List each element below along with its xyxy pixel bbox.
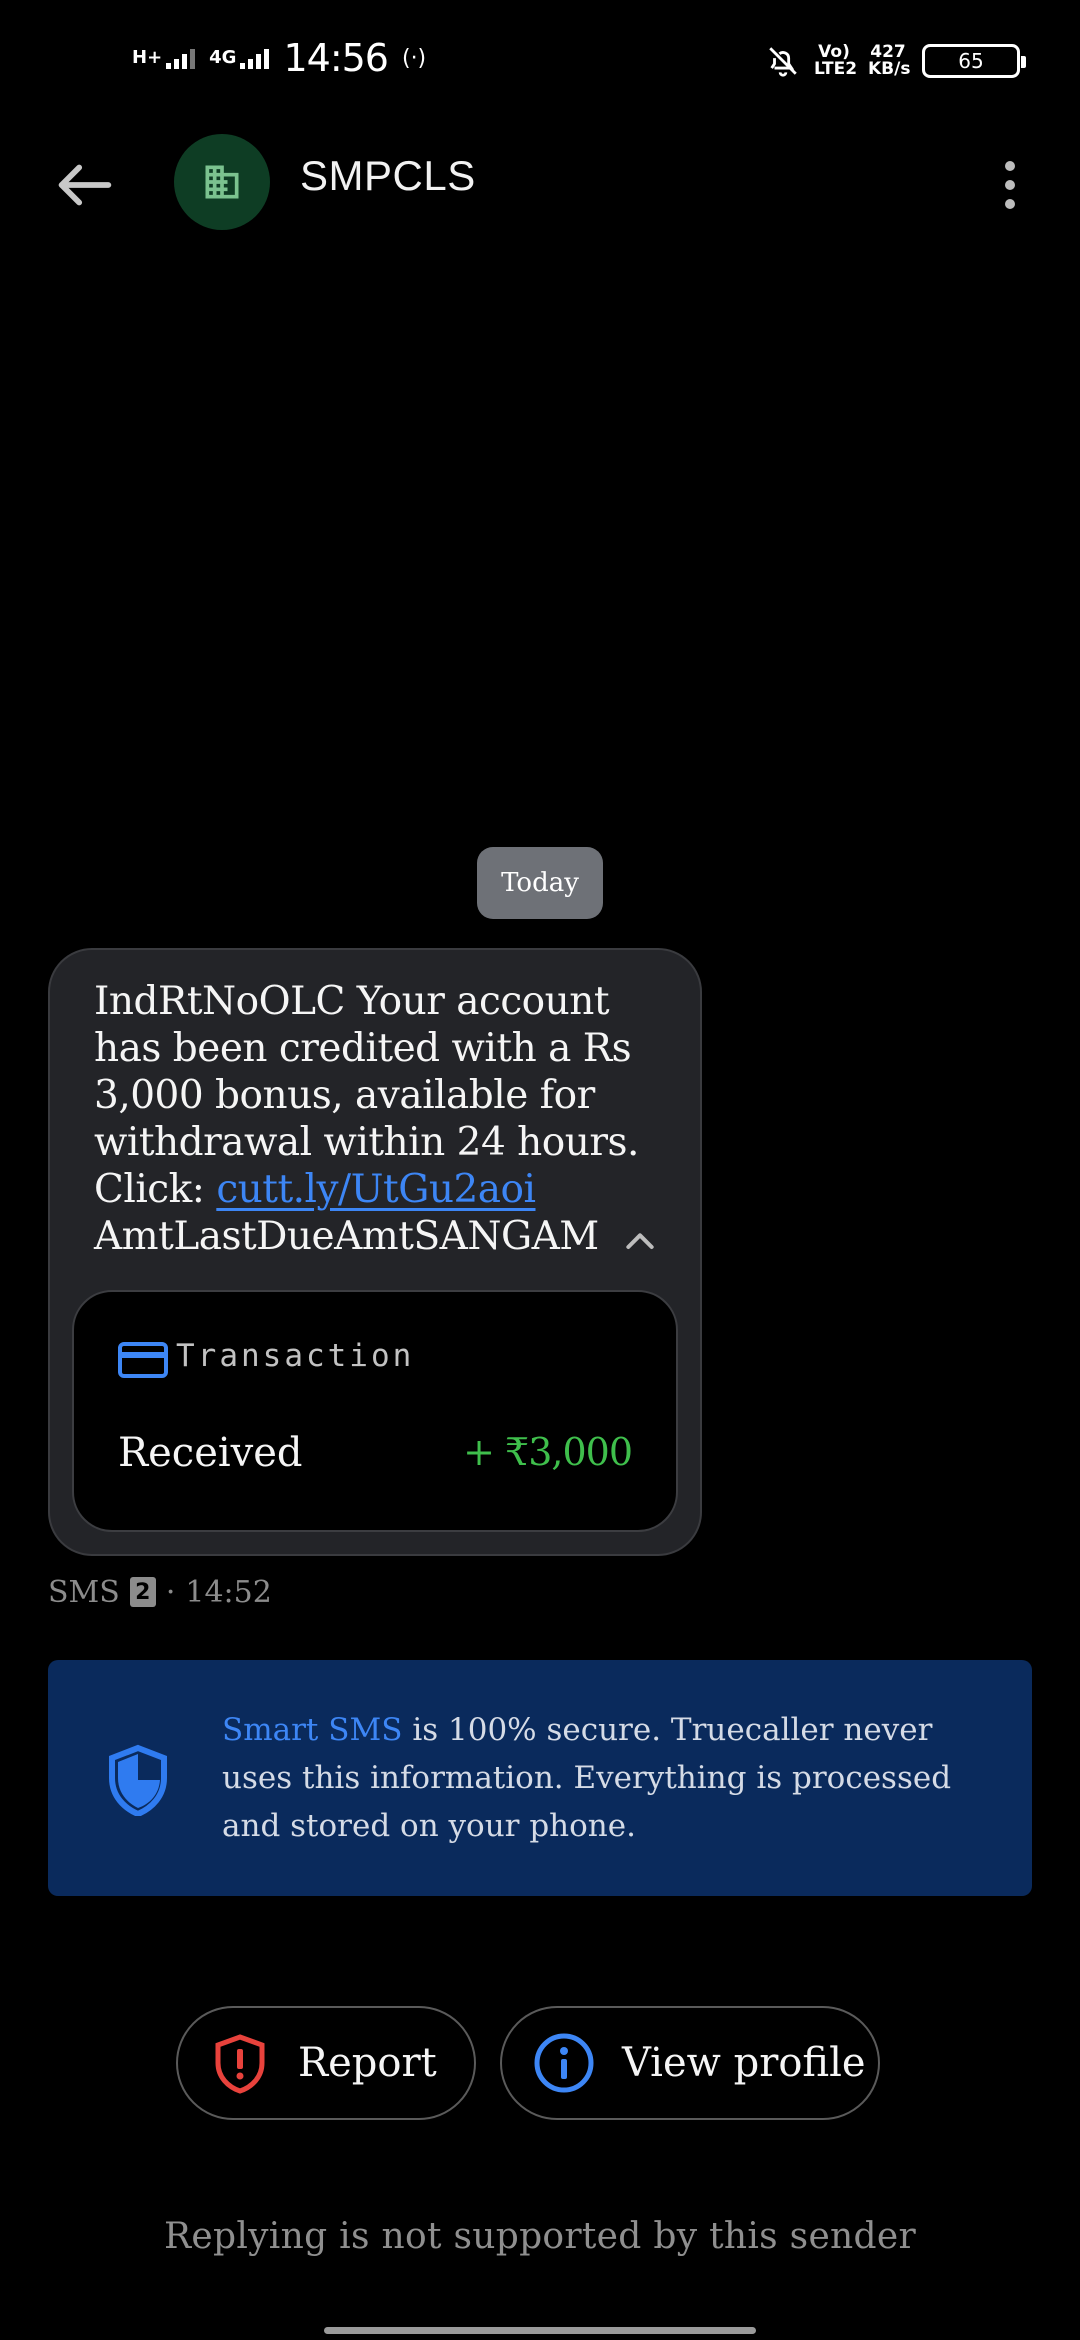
transaction-amount: + ₹3,000 bbox=[463, 1430, 633, 1474]
report-label: Report bbox=[298, 2040, 437, 2086]
banner-text: Smart SMS is 100% secure. Truecaller nev… bbox=[222, 1706, 982, 1850]
status-right: Vo) LTE2 427 KB/s 65 bbox=[766, 36, 1026, 86]
report-shield-icon bbox=[215, 2034, 265, 2094]
message-text: IndRtNoOLC Your account has been credite… bbox=[94, 978, 654, 1260]
avatar[interactable] bbox=[174, 134, 270, 230]
hotspot-icon: (·) bbox=[401, 45, 427, 71]
meta-separator: · bbox=[165, 1574, 176, 1610]
transaction-label: Transaction bbox=[176, 1338, 415, 1374]
message-link[interactable]: cutt.ly/UtGu2aoi bbox=[216, 1167, 536, 1212]
battery-icon: 65 bbox=[922, 44, 1026, 78]
arrow-left-icon bbox=[58, 164, 112, 206]
view-profile-label: View profile bbox=[622, 2040, 866, 2086]
info-icon bbox=[534, 2033, 594, 2093]
banner-highlight[interactable]: Smart SMS bbox=[222, 1712, 402, 1748]
building-icon bbox=[205, 165, 239, 199]
transaction-card bbox=[72, 1290, 678, 1532]
signal-icon bbox=[240, 47, 270, 69]
date-divider: Today bbox=[477, 847, 603, 919]
volte-indicator: Vo) LTE2 bbox=[814, 42, 858, 79]
message-meta: SMS 2 · 14:52 bbox=[48, 1572, 272, 1612]
report-button[interactable]: Report bbox=[176, 2006, 476, 2120]
network-type-1: H+ bbox=[132, 47, 163, 68]
shield-icon bbox=[106, 1744, 170, 1818]
view-profile-button[interactable]: View profile bbox=[500, 2006, 880, 2120]
sender-title[interactable]: SMPCLS bbox=[300, 152, 476, 200]
back-button[interactable] bbox=[50, 150, 120, 220]
gesture-handle[interactable] bbox=[324, 2327, 756, 2334]
transaction-type: Received bbox=[118, 1430, 303, 1476]
collapse-button[interactable] bbox=[618, 1222, 662, 1262]
chevron-up-icon bbox=[626, 1233, 654, 1249]
signal-icon bbox=[166, 47, 196, 69]
battery-level: 65 bbox=[958, 49, 984, 73]
more-options-button[interactable] bbox=[990, 150, 1030, 220]
status-bar: H+ 4G 14:56 (·) Vo) LTE2 427 KB/s 65 bbox=[0, 0, 1080, 120]
credit-card-icon bbox=[118, 1340, 168, 1380]
clock: 14:56 bbox=[283, 36, 389, 80]
network-speed: 427 KB/s bbox=[868, 42, 911, 79]
bell-off-icon bbox=[769, 47, 797, 77]
reply-not-supported-note: Replying is not supported by this sender bbox=[163, 2216, 917, 2257]
message-time: 14:52 bbox=[185, 1574, 272, 1610]
status-left: H+ 4G 14:56 (·) bbox=[132, 30, 426, 86]
message-body-end: AmtLastDueAmtSANGAM bbox=[94, 1214, 599, 1259]
sim-icon: 2 bbox=[129, 1577, 156, 1607]
network-type-2: 4G bbox=[209, 47, 237, 68]
message-channel: SMS bbox=[48, 1574, 120, 1610]
